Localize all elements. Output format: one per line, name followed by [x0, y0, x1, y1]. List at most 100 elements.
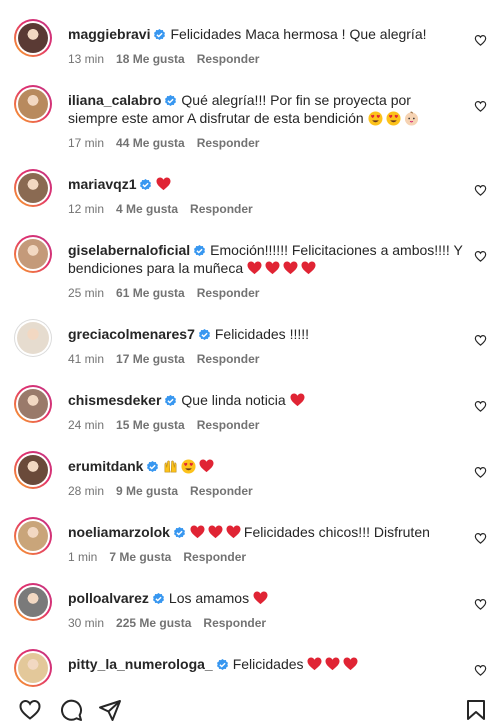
like-comment-heart-icon[interactable] [474, 598, 487, 611]
comment-likes-count[interactable]: 9 Me gusta [116, 484, 178, 498]
comment-text: Los amamos [168, 590, 250, 606]
comment-body: giselabernaloficial Emoción!!!!!! Felicit… [68, 241, 463, 277]
comment-username[interactable]: pitty_la_numerologa_ [68, 656, 213, 672]
comment-body: pitty_la_numerologa_ Felicidades [68, 655, 463, 673]
comment-username[interactable]: maggiebravi [68, 26, 150, 42]
red-heart-emoji-icon [253, 591, 268, 605]
share-paper-plane-icon[interactable] [98, 698, 122, 722]
avatar[interactable] [14, 583, 52, 621]
comment-time: 30 min [68, 616, 105, 630]
avatar[interactable] [14, 649, 52, 687]
comment-likes-count[interactable]: 15 Me gusta [116, 418, 185, 432]
reply-button[interactable]: Responder [190, 484, 253, 498]
avatar[interactable] [14, 451, 52, 489]
avatar[interactable] [14, 19, 52, 57]
comment-icon[interactable] [59, 698, 83, 722]
comment-username[interactable]: polloalvarez [68, 590, 149, 606]
like-comment-heart-icon[interactable] [474, 664, 487, 677]
heart-outline-icon[interactable] [18, 698, 42, 722]
like-comment-heart-icon[interactable] [474, 400, 487, 413]
verified-badge-icon [173, 526, 185, 539]
red-heart-emoji-icon [283, 261, 298, 275]
comment-likes-count[interactable]: 44 Me gusta [116, 136, 185, 150]
avatar[interactable] [14, 319, 52, 357]
comment-username[interactable]: greciacolmenares7 [68, 326, 195, 342]
reply-button[interactable]: Responder [197, 286, 260, 300]
avatar[interactable] [14, 235, 52, 273]
avatar-photo [18, 521, 48, 551]
avatar[interactable] [14, 169, 52, 207]
avatar[interactable] [14, 385, 52, 423]
comment-time: 41 min [68, 352, 105, 366]
comment-meta: 28 min 9 Me gusta Responder [68, 483, 265, 499]
avatar-photo [18, 455, 48, 485]
reply-button[interactable]: Responder [197, 136, 260, 150]
verified-badge-icon [194, 244, 206, 257]
comment-username[interactable]: noeliamarzolok [68, 524, 170, 540]
comment-text: Felicidades !!!!! [214, 326, 310, 342]
heart-eyes-emoji-icon [368, 111, 383, 126]
avatar-photo [17, 322, 49, 354]
comment-username[interactable]: erumitdank [68, 458, 143, 474]
like-comment-heart-icon[interactable] [474, 100, 487, 113]
comment-meta: 17 min 44 Me gusta Responder [68, 135, 271, 151]
like-comment-heart-icon[interactable] [474, 184, 487, 197]
reply-button[interactable]: Responder [197, 352, 260, 366]
comment-likes-count[interactable]: 18 Me gusta [116, 52, 185, 66]
comment-username[interactable]: mariavqz1 [68, 176, 136, 192]
comment-time: 1 min [68, 550, 98, 564]
reply-button[interactable]: Responder [203, 616, 266, 630]
comment-body: maggiebravi Felicidades Maca hermosa ! Qu… [68, 25, 463, 43]
red-heart-emoji-icon [190, 525, 205, 539]
like-comment-heart-icon[interactable] [474, 34, 487, 47]
avatar-photo [18, 389, 48, 419]
red-heart-emoji-icon [208, 525, 223, 539]
comment-text: Felicidades Maca hermosa ! Que alegría! [170, 26, 427, 42]
reply-button[interactable]: Responder [190, 202, 253, 216]
comment-likes-count[interactable]: 4 Me gusta [116, 202, 178, 216]
comment-body: chismesdeker Que linda noticia [68, 391, 463, 409]
red-heart-emoji-icon [247, 261, 262, 275]
comment-username[interactable]: iliana_calabro [68, 92, 161, 108]
red-heart-emoji-icon [325, 657, 340, 671]
comment-likes-count[interactable]: 225 Me gusta [116, 616, 191, 630]
avatar[interactable] [14, 517, 52, 555]
verified-badge-icon [152, 592, 164, 605]
verified-badge-icon [165, 394, 177, 407]
baby-emoji-icon [404, 111, 418, 126]
reply-button[interactable]: Responder [197, 418, 260, 432]
avatar-photo [18, 173, 48, 203]
comments-list[interactable]: maggiebravi Felicidades Maca hermosa ! Qu… [0, 0, 501, 690]
comment-time: 25 min [68, 286, 105, 300]
comment-body: mariavqz1 [68, 175, 463, 193]
reply-button[interactable]: Responder [183, 550, 246, 564]
comment-time: 12 min [68, 202, 105, 216]
bookmark-icon[interactable] [464, 698, 488, 722]
comment-text: Que linda noticia [181, 392, 286, 408]
comment-meta: 25 min 61 Me gusta Responder [68, 285, 271, 301]
comment-likes-count[interactable]: 7 Me gusta [109, 550, 171, 564]
like-comment-heart-icon[interactable] [474, 334, 487, 347]
verified-badge-icon [165, 94, 177, 107]
comment-meta: 41 min 17 Me gusta Responder [68, 351, 271, 367]
verified-badge-icon [216, 658, 228, 671]
avatar-photo [18, 89, 48, 119]
comment-meta: 12 min 4 Me gusta Responder [68, 201, 265, 217]
comment-likes-count[interactable]: 61 Me gusta [116, 286, 185, 300]
like-comment-heart-icon[interactable] [474, 466, 487, 479]
reply-button[interactable]: Responder [197, 52, 260, 66]
like-comment-heart-icon[interactable] [474, 250, 487, 263]
comment-body: iliana_calabro Qué alegría!!! Por fin se … [68, 91, 463, 127]
comment-time: 17 min [68, 136, 105, 150]
verified-badge-icon [154, 28, 166, 41]
post-actions-bar [0, 690, 501, 721]
comment-text: Felicidades chicos!!! Disfruten [243, 524, 430, 540]
verified-badge-icon [140, 178, 152, 191]
comment-username[interactable]: giselabernaloficial [68, 242, 190, 258]
avatar[interactable] [14, 85, 52, 123]
avatar-photo [18, 239, 48, 269]
comment-text: Felicidades [232, 656, 304, 672]
comment-likes-count[interactable]: 17 Me gusta [116, 352, 185, 366]
comment-username[interactable]: chismesdeker [68, 392, 161, 408]
like-comment-heart-icon[interactable] [474, 532, 487, 545]
